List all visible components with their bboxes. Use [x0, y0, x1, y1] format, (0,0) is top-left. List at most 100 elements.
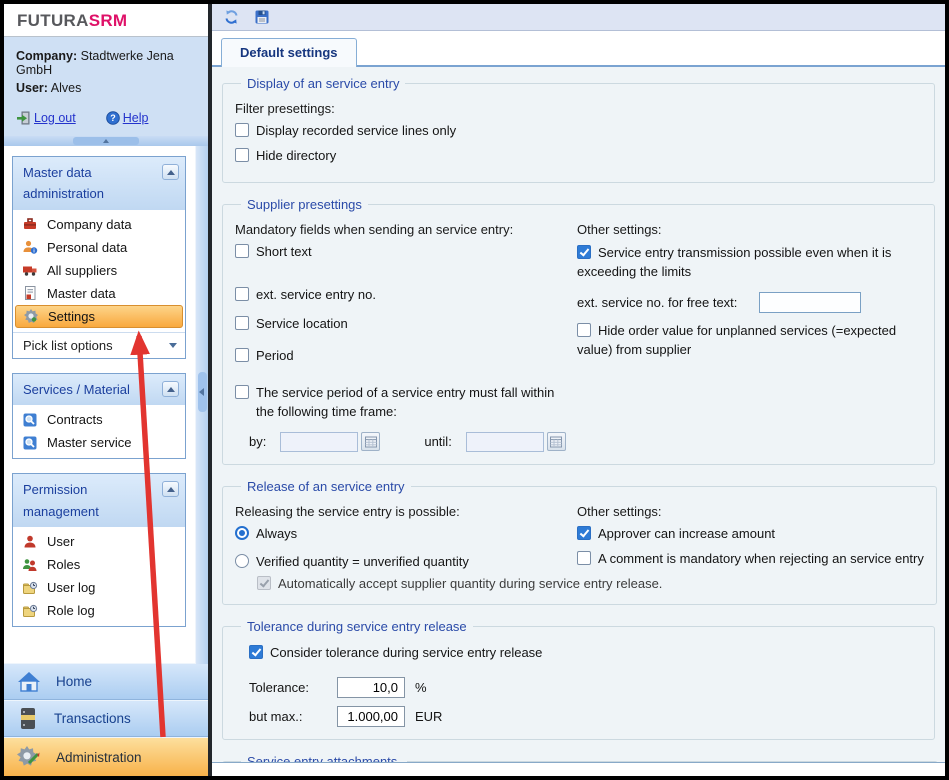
- vertical-splitter[interactable]: [195, 146, 208, 664]
- sidebar-item-label: Contracts: [47, 412, 103, 427]
- sidebar-menu-area: Master data administration Company data …: [4, 146, 208, 641]
- until-calendar-button[interactable]: [547, 432, 566, 451]
- tolerance-input[interactable]: [337, 677, 405, 698]
- tolerance-label: Tolerance:: [249, 680, 337, 695]
- group-services-material: Services / Material Contracts Master ser…: [12, 373, 186, 459]
- free-text-input[interactable]: [759, 292, 861, 313]
- checkbox-row: Automatically accept supplier quantity d…: [257, 575, 577, 594]
- calendar-grid-icon: [365, 436, 377, 448]
- refresh-icon: [223, 9, 240, 25]
- timeframe-checkbox[interactable]: [235, 385, 249, 399]
- group-items: User Roles User log Role log: [13, 527, 185, 626]
- group-master-data-administration: Master data administration Company data …: [12, 156, 186, 359]
- app-frame: FUTURASRM Company: Stadtwerke Jena GmbH …: [4, 4, 945, 776]
- by-calendar-button[interactable]: [361, 432, 380, 451]
- radio-row: Always: [235, 525, 577, 544]
- by-date-input[interactable]: [280, 432, 358, 452]
- checkbox-row: Service location: [235, 315, 577, 334]
- user-panel: Company: Stadtwerke Jena GmbH User: Alve…: [4, 37, 208, 136]
- until-date-input[interactable]: [466, 432, 544, 452]
- tab-default-settings[interactable]: Default settings: [221, 38, 357, 67]
- logout-link[interactable]: Log out: [16, 111, 76, 125]
- nav-item-transactions[interactable]: Transactions: [4, 700, 208, 737]
- sidebar-item-user-log[interactable]: User log: [15, 576, 183, 599]
- timeframe-label: The service period of a service entry mu…: [256, 384, 556, 422]
- sidebar-item-role-log[interactable]: Role log: [15, 599, 183, 622]
- personal-data-icon: i: [22, 239, 38, 255]
- nav-item-home[interactable]: Home: [4, 663, 208, 700]
- section-display-legend: Display of an service entry: [241, 76, 405, 91]
- sidebar-item-settings[interactable]: Settings: [15, 305, 183, 328]
- hide-directory-checkbox[interactable]: [235, 148, 249, 162]
- sidebar: FUTURASRM Company: Stadtwerke Jena GmbH …: [4, 4, 208, 776]
- sidebar-item-user[interactable]: User: [15, 530, 183, 553]
- checkbox-row: Short text: [235, 243, 577, 262]
- collapse-up-icon[interactable]: [162, 164, 179, 180]
- section-tolerance-legend: Tolerance during service entry release: [241, 619, 473, 634]
- verified-quantity-label: Verified quantity = unverified quantity: [256, 553, 469, 572]
- vertical-splitter-handle[interactable]: [198, 372, 207, 412]
- sidebar-item-label: Master data: [47, 286, 116, 301]
- horizontal-splitter-handle[interactable]: [73, 137, 139, 145]
- transactions-icon: [16, 706, 40, 732]
- short-text-checkbox[interactable]: [235, 244, 249, 258]
- logout-label: Log out: [34, 111, 76, 125]
- approver-increase-label: Approver can increase amount: [598, 525, 775, 544]
- user-value: Alves: [51, 81, 82, 95]
- always-radio[interactable]: [235, 526, 249, 540]
- comment-mandatory-label: A comment is mandatory when rejecting an…: [598, 550, 924, 569]
- save-button[interactable]: [253, 8, 271, 26]
- help-link[interactable]: ? Help: [106, 111, 149, 125]
- group-header-master-data[interactable]: Master data administration: [13, 157, 185, 210]
- refresh-button[interactable]: [222, 8, 240, 26]
- group-header-services[interactable]: Services / Material: [13, 374, 185, 405]
- sidebar-item-company-data[interactable]: Company data: [15, 213, 183, 236]
- checkbox-row: Hide directory: [235, 147, 922, 166]
- sidebar-empty-space: [4, 641, 208, 663]
- nav-item-administration[interactable]: Administration: [4, 737, 208, 776]
- checkbox-row: Period: [235, 347, 577, 366]
- horizontal-splitter[interactable]: [4, 136, 208, 146]
- group-header-permission[interactable]: Permission management: [13, 474, 185, 527]
- hide-order-value-checkbox[interactable]: [577, 323, 591, 337]
- sidebar-item-personal-data[interactable]: i Personal data: [15, 236, 183, 259]
- verified-quantity-radio[interactable]: [235, 554, 249, 568]
- approver-increase-checkbox[interactable]: [577, 526, 591, 540]
- ext-service-no-checkbox[interactable]: [235, 287, 249, 301]
- checkbox-row: Hide order value for unplanned services …: [577, 321, 922, 360]
- exit-door-icon: [16, 111, 31, 125]
- sidebar-item-all-suppliers[interactable]: All suppliers: [15, 259, 183, 282]
- brand-srm: SRM: [89, 11, 128, 30]
- sidebar-item-contracts[interactable]: Contracts: [15, 408, 183, 431]
- period-checkbox[interactable]: [235, 348, 249, 362]
- user-log-icon: [22, 580, 38, 596]
- section-display: Display of an service entry Filter prese…: [222, 76, 935, 183]
- short-text-label: Short text: [256, 243, 312, 262]
- collapse-up-icon[interactable]: [162, 381, 179, 397]
- max-row: but max.: EUR: [249, 706, 922, 727]
- main-pane: Default settings Display of an service e…: [212, 4, 945, 776]
- comment-mandatory-checkbox[interactable]: [577, 551, 591, 565]
- pick-list-label: Pick list options: [23, 338, 113, 353]
- group-title: Services / Material: [23, 379, 130, 400]
- transmission-checkbox[interactable]: [577, 245, 591, 259]
- max-input[interactable]: [337, 706, 405, 727]
- home-icon: [16, 670, 42, 694]
- group-title: Master data administration: [23, 162, 151, 205]
- section-attachments-legend: Service entry attachments.: [241, 754, 407, 763]
- consider-tolerance-checkbox[interactable]: [249, 645, 263, 659]
- pick-list-options[interactable]: Pick list options: [13, 332, 185, 358]
- section-supplier-legend: Supplier presettings: [241, 197, 368, 212]
- nav-item-label: Transactions: [54, 711, 131, 726]
- service-location-checkbox[interactable]: [235, 316, 249, 330]
- collapse-up-icon[interactable]: [162, 481, 179, 497]
- filter-presettings-label: Filter presettings:: [235, 101, 922, 116]
- sidebar-item-label: Role log: [47, 603, 95, 618]
- release-left-column: Releasing the service entry is possible:…: [235, 500, 577, 595]
- sidebar-item-master-service[interactable]: Master service: [15, 431, 183, 454]
- help-label: Help: [123, 111, 149, 125]
- sidebar-item-master-data[interactable]: Master data: [15, 282, 183, 305]
- nav-item-label: Home: [56, 674, 92, 689]
- sidebar-item-roles[interactable]: Roles: [15, 553, 183, 576]
- display-recorded-checkbox[interactable]: [235, 123, 249, 137]
